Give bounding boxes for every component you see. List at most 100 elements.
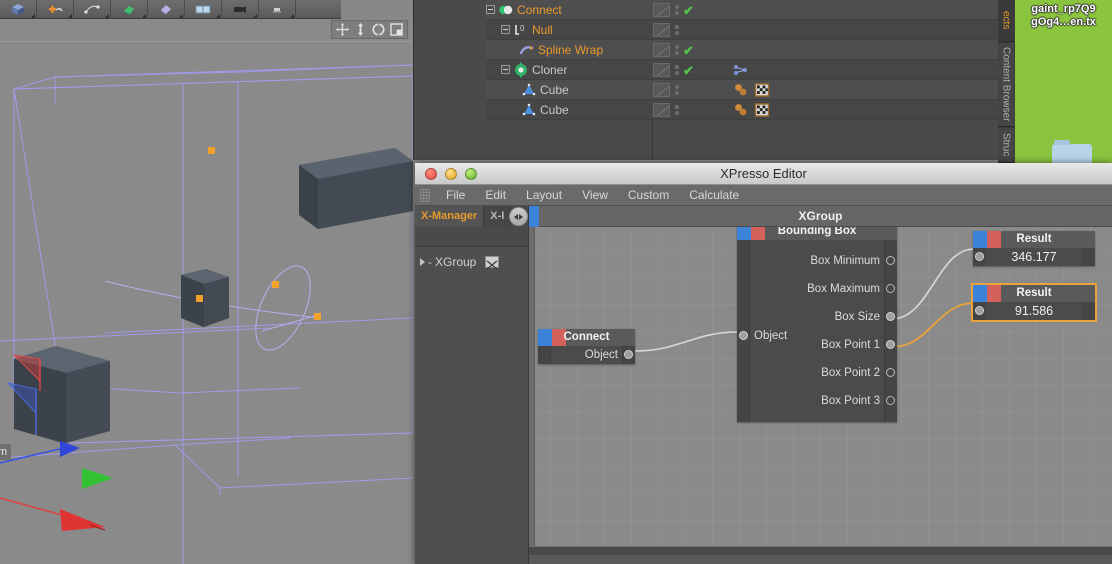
toolbar-button-modeling-tool[interactable] — [111, 0, 148, 19]
table-row[interactable]: Connect ✔ — [486, 0, 999, 20]
toolbar-button-deformer-tool[interactable] — [148, 0, 185, 19]
table-row[interactable]: Spline Wrap ✔ — [486, 40, 999, 60]
port-dot-box-maximum[interactable] — [886, 284, 895, 293]
tab-content-browser[interactable]: Content Browser — [998, 43, 1014, 127]
chevron-right-icon[interactable] — [420, 258, 425, 266]
tree-item-xgroup[interactable]: - XGroup — [415, 253, 528, 271]
port-dot-box-minimum[interactable] — [886, 256, 895, 265]
material-tag-icon[interactable] — [733, 82, 749, 98]
table-row[interactable]: 0 Null — [486, 20, 999, 40]
node-result-2[interactable]: Result 91.586 — [971, 283, 1097, 322]
object-row-tree: Spline Wrap — [486, 40, 653, 60]
tab-x-pool[interactable]: X-I — [484, 206, 512, 227]
visibility-dots[interactable] — [674, 85, 679, 95]
window-titlebar[interactable]: XPresso Editor — [415, 163, 1112, 185]
port-row-box-maximum[interactable]: Box Maximum — [737, 275, 897, 303]
enabled-check-icon[interactable]: ✔ — [683, 4, 694, 17]
menu-view[interactable]: View — [572, 185, 618, 206]
move-icon[interactable] — [335, 22, 350, 37]
table-row[interactable]: Cloner ✔ — [486, 60, 999, 80]
port-row-object-out[interactable]: Object — [538, 346, 635, 364]
visibility-dots[interactable] — [674, 105, 679, 115]
visibility-dots[interactable] — [674, 65, 679, 75]
menu-edit[interactable]: Edit — [475, 185, 516, 206]
node-input-corner[interactable] — [973, 231, 987, 248]
sidebar-search-bar[interactable] — [415, 226, 578, 247]
port-dot-box-point-2[interactable] — [886, 368, 895, 377]
viewport-3d[interactable]: m — [0, 19, 413, 564]
enabled-check-icon[interactable]: ✔ — [683, 64, 694, 77]
viewport-toolbar — [0, 19, 413, 42]
node-input-corner[interactable] — [737, 227, 751, 240]
menu-custom[interactable]: Custom — [618, 185, 679, 206]
tab-x-manager[interactable]: X-Manager — [415, 206, 485, 227]
menu-calculate[interactable]: Calculate — [679, 185, 749, 206]
port-dot-object-in[interactable] — [739, 331, 748, 340]
tab-objects[interactable]: ects — [998, 0, 1014, 42]
tab-structure[interactable]: Struc — [998, 128, 1014, 163]
menu-file[interactable]: File — [436, 185, 475, 206]
mograph-tag-icon[interactable] — [733, 62, 749, 78]
texture-tag-icon[interactable] — [754, 82, 770, 98]
visibility-dots[interactable] — [674, 25, 679, 35]
texture-tag-icon[interactable] — [754, 102, 770, 118]
visibility-dots[interactable] — [674, 45, 679, 55]
table-row[interactable]: Cube — [486, 100, 999, 120]
port-row-box-point-1[interactable]: Box Point 1 — [737, 331, 897, 359]
toolbar-button-scene-tool[interactable] — [185, 0, 222, 19]
layer-swatch[interactable] — [653, 3, 670, 17]
xpresso-tag-icon[interactable] — [485, 256, 500, 270]
expander-icon[interactable] — [501, 25, 510, 34]
chevron-right-icon[interactable] — [519, 213, 523, 220]
port-dot-result-in[interactable] — [975, 252, 984, 261]
layer-swatch[interactable] — [653, 103, 670, 117]
layer-swatch[interactable] — [653, 23, 670, 37]
node-header[interactable]: Bounding Box — [737, 227, 897, 240]
material-tag-icon[interactable] — [733, 102, 749, 118]
port-dot-box-size[interactable] — [886, 312, 895, 321]
layer-swatch[interactable] — [653, 83, 670, 97]
viewport-nav-icons[interactable] — [331, 20, 408, 39]
toolbar-button-add-spline-tool[interactable] — [37, 0, 74, 19]
node-connect[interactable]: Connect Object — [538, 329, 635, 364]
port-row-box-minimum[interactable]: Box Minimum — [737, 247, 897, 275]
toolbar-button-nurbs-tool[interactable] — [74, 0, 111, 19]
viewport-canvas[interactable] — [0, 43, 413, 564]
object-manager[interactable]: Connect ✔ 0 Null Spline Wrap ✔ Cloner ✔ … — [413, 0, 999, 160]
expander-icon[interactable] — [486, 5, 495, 14]
table-row[interactable]: Cube — [486, 80, 999, 100]
xpresso-graph-panel[interactable]: XGroup Connect Object Bounding Box Box M… — [529, 205, 1112, 564]
toolbar-button-camera-tool[interactable] — [222, 0, 259, 19]
port-dot-box-point-1[interactable] — [886, 340, 895, 349]
layer-swatch[interactable] — [653, 63, 670, 77]
xpresso-editor-window[interactable]: XPresso Editor File Edit Layout View Cus… — [415, 163, 1112, 564]
node-input-corner[interactable] — [538, 329, 552, 346]
sidebar-tab-nav[interactable] — [509, 207, 528, 226]
node-canvas[interactable]: Connect Object Bounding Box Box Minimum … — [529, 227, 1112, 555]
maximize-icon[interactable] — [389, 22, 404, 37]
node-result-1[interactable]: Result 346.177 — [973, 231, 1095, 266]
visibility-dots[interactable] — [674, 5, 679, 15]
toolbar-button-primitive-tool[interactable] — [0, 0, 37, 19]
folder-icon[interactable] — [1052, 140, 1092, 163]
port-row-box-point-3[interactable]: Box Point 3 — [737, 387, 897, 415]
node-header[interactable]: Connect — [538, 329, 635, 346]
expander-icon[interactable] — [501, 65, 510, 74]
tree-item-label: XGroup — [435, 255, 477, 269]
node-header[interactable]: Result — [973, 231, 1095, 248]
rotate-icon[interactable] — [371, 22, 386, 37]
port-dot-object-out[interactable] — [624, 350, 633, 359]
menu-layout[interactable]: Layout — [516, 185, 572, 206]
port-dot-result-in[interactable] — [975, 306, 984, 315]
layer-swatch[interactable] — [653, 43, 670, 57]
zoom-icon[interactable] — [353, 22, 368, 37]
menubar-grip[interactable] — [420, 188, 430, 202]
port-dot-box-point-3[interactable] — [886, 396, 895, 405]
node-input-corner[interactable] — [973, 285, 987, 302]
toolbar-button-light-tool[interactable] — [259, 0, 296, 19]
port-row-box-point-2[interactable]: Box Point 2 — [737, 359, 897, 387]
chevron-left-icon[interactable] — [514, 213, 518, 220]
enabled-check-icon[interactable]: ✔ — [683, 44, 694, 57]
node-header[interactable]: Result — [973, 285, 1095, 302]
node-bounding-box[interactable]: Bounding Box Box Minimum Box Maximum Box… — [737, 227, 897, 422]
